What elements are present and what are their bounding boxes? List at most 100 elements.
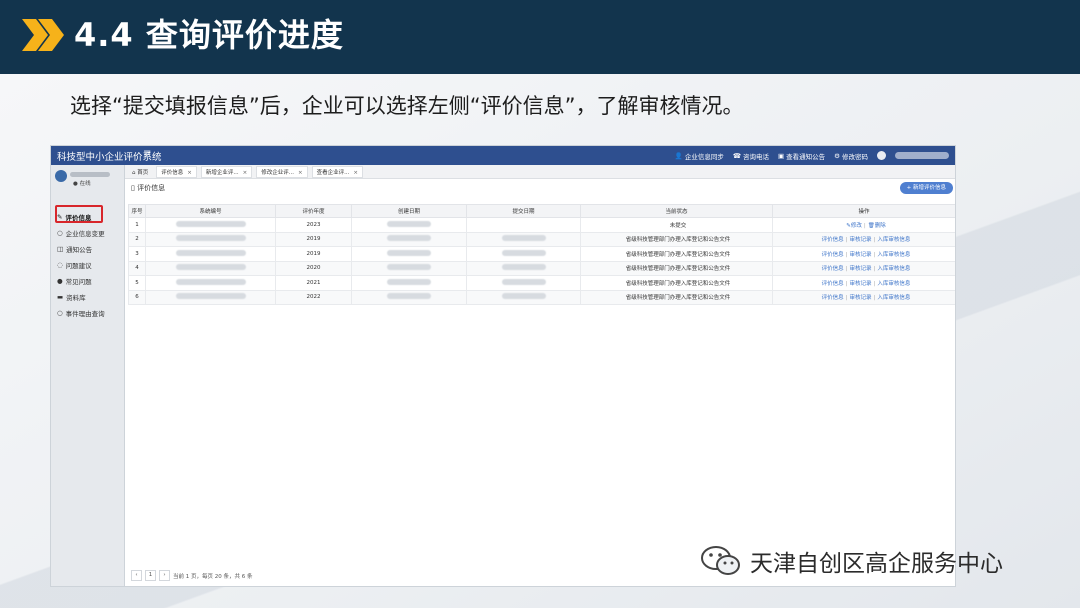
blurred-text (501, 278, 546, 285)
view-evaluation-link[interactable]: 评价信息 (822, 281, 844, 287)
view-evaluation-link[interactable]: 评价信息 (822, 295, 844, 301)
storage-audit-link[interactable]: 入库审核信息 (877, 295, 910, 301)
sidebar-item-notices[interactable]: ◫ 通知公告 (57, 244, 92, 254)
storage-audit-link[interactable]: 入库审核信息 (877, 281, 910, 287)
close-icon[interactable]: × (353, 170, 358, 176)
cell-ops: 评价信息 | 审核记录 | 入库审核信息 (772, 246, 955, 262)
tab-edit-evaluation[interactable]: 修改企业评... × (256, 165, 308, 178)
column-header[interactable]: 系统编号 (145, 204, 276, 218)
slide-title: 4.4 查询评价进度 (74, 16, 344, 54)
table-row[interactable]: 4 2020 省级科技管理部门办理入库登记和公告文件 评价信息 | 审核记录 | 入库审… (128, 260, 955, 276)
pagination-summary: 当前 1 页，每页 20 条，共 6 条 (173, 573, 253, 580)
column-header[interactable]: 当前状态 (580, 204, 773, 218)
close-icon[interactable]: × (243, 170, 248, 176)
user-avatar[interactable] (877, 151, 886, 160)
blurred-text (175, 278, 246, 285)
cell-created (351, 260, 467, 276)
delete-link[interactable]: 🗑删除 (868, 223, 886, 229)
table-row[interactable]: 1 2023 未提交 ✎修改 | 🗑删除 (128, 217, 955, 233)
folder-icon: ▬ (57, 293, 64, 301)
cell-created (351, 246, 467, 262)
column-header[interactable]: 序号 (128, 204, 146, 218)
column-header[interactable]: 创建日期 (351, 204, 467, 218)
audit-record-link[interactable]: 审核记录 (849, 237, 871, 243)
table-row[interactable]: 5 2021 省级科技管理部门办理入库登记和公告文件 评价信息 | 审核记录 | 入库审… (128, 275, 955, 291)
tab-home[interactable]: ⌂ 首页 (128, 167, 152, 177)
column-header[interactable]: 评价年度 (275, 204, 352, 218)
sidebar-item-company-change[interactable]: ○ 企业信息变更 (57, 228, 105, 238)
cell-year: 2022 (275, 289, 352, 305)
sidebar: ● 在线 ✎ 评价信息 ○ 企业信息变更 ◫ 通知公告 ◌ 问题建议 ● 常见问题 ▬ 资料… (51, 165, 125, 586)
hamburger-icon[interactable]: ≡ (143, 148, 151, 159)
blurred-text (175, 220, 246, 227)
user-name-blurred (895, 152, 949, 159)
cell-submitted (466, 275, 581, 291)
column-header[interactable]: 提交日期 (466, 204, 581, 218)
cell-index: 1 (128, 217, 146, 233)
cell-created (351, 217, 467, 233)
page-number[interactable]: 1 (145, 570, 156, 581)
cell-system-id (145, 275, 276, 291)
cell-created (351, 275, 467, 291)
audit-record-link[interactable]: 审核记录 (849, 252, 871, 258)
wechat-icon (701, 546, 740, 575)
sidebar-item-faq[interactable]: ● 常见问题 (57, 276, 92, 286)
cell-ops: ✎修改 | 🗑删除 (772, 217, 955, 233)
table-header-row: 序号 系统编号 评价年度 创建日期 提交日期 当前状态 操作 (128, 204, 955, 218)
home-icon: ⌂ (132, 169, 136, 176)
cell-created (351, 289, 467, 305)
cell-year: 2020 (275, 260, 352, 276)
storage-audit-link[interactable]: 入库审核信息 (877, 252, 910, 258)
tab-view-evaluation[interactable]: 查看企业评... × (311, 165, 363, 178)
blurred-text (501, 249, 546, 256)
view-evaluation-link[interactable]: 评价信息 (822, 252, 844, 258)
cell-status: 省级科技管理部门办理入库登记和公告文件 (580, 289, 773, 305)
cell-system-id (145, 231, 276, 247)
blurred-text (387, 235, 431, 242)
add-evaluation-button[interactable]: + 新增评价信息 (899, 182, 953, 194)
cell-ops: 评价信息 | 审核记录 | 入库审核信息 (772, 231, 955, 247)
circle-icon: ○ (57, 309, 63, 317)
audit-record-link[interactable]: 审核记录 (849, 266, 871, 272)
prev-page-button[interactable]: ‹ (131, 570, 142, 581)
cell-submitted (466, 246, 581, 262)
audit-record-link[interactable]: 审核记录 (849, 295, 871, 301)
phone-icon: ☎ (732, 151, 742, 160)
tab-evaluation[interactable]: 评价信息 × (156, 165, 197, 178)
storage-audit-link[interactable]: 入库审核信息 (877, 237, 910, 243)
cell-year: 2019 (275, 231, 352, 247)
bell-icon: ◫ (57, 245, 64, 253)
sidebar-item-library[interactable]: ▬ 资料库 (57, 292, 86, 302)
document-icon: ▯ (131, 184, 135, 192)
close-icon[interactable]: × (187, 170, 192, 176)
tab-add-evaluation[interactable]: 新增企业评... × (200, 165, 253, 178)
cell-ops: 评价信息 | 审核记录 | 入库审核信息 (772, 275, 955, 291)
next-page-button[interactable]: › (159, 570, 170, 581)
view-evaluation-link[interactable]: 评价信息 (822, 266, 844, 272)
question-icon: ● (57, 277, 63, 285)
table-row[interactable]: 3 2019 省级科技管理部门办理入库登记和公告文件 评价信息 | 审核记录 | 入库审… (128, 246, 955, 262)
storage-audit-link[interactable]: 入库审核信息 (877, 266, 910, 272)
view-evaluation-link[interactable]: 评价信息 (822, 237, 844, 243)
cell-ops: 评价信息 | 审核记录 | 入库审核信息 (772, 289, 955, 305)
table-row[interactable]: 2 2019 省级科技管理部门办理入库登记和公告文件 评价信息 | 审核记录 | 入库审… (128, 231, 955, 247)
blurred-text (387, 220, 431, 227)
sidebar-item-suggestions[interactable]: ◌ 问题建议 (57, 260, 92, 270)
panel-title: ▯ 评价信息 (131, 184, 166, 192)
table-row[interactable]: 6 2022 省级科技管理部门办理入库登记和公告文件 评价信息 | 审核记录 | 入库审… (128, 289, 955, 305)
sync-link[interactable]: 👤 企业信息同步 (675, 151, 724, 161)
edit-link[interactable]: ✎修改 (846, 223, 862, 229)
watermark: 天津自创区高企服务中心 (700, 544, 1003, 578)
circle-icon: ○ (57, 229, 63, 237)
sidebar-item-event-query[interactable]: ○ 事件理由查询 (57, 308, 105, 318)
phone-link[interactable]: ☎ 咨询电话 (733, 151, 769, 161)
slide-subtitle: 选择“提交填报信息”后，企业可以选择左侧“评价信息”，了解审核情况。 (70, 94, 744, 118)
audit-record-link[interactable]: 审核记录 (849, 281, 871, 287)
close-icon[interactable]: × (298, 170, 303, 176)
password-link[interactable]: ⚙ 修改密码 (834, 151, 868, 161)
cell-submitted (466, 260, 581, 276)
column-header[interactable]: 操作 (772, 204, 955, 218)
app-screenshot: 科技型中小企业评价系统 ≡ 👤 企业信息同步 ☎ 咨询电话 ▣ 查看通知公告 ⚙ 修改密… (50, 145, 956, 587)
notice-link[interactable]: ▣ 查看通知公告 (778, 151, 825, 161)
blurred-text (501, 293, 546, 300)
